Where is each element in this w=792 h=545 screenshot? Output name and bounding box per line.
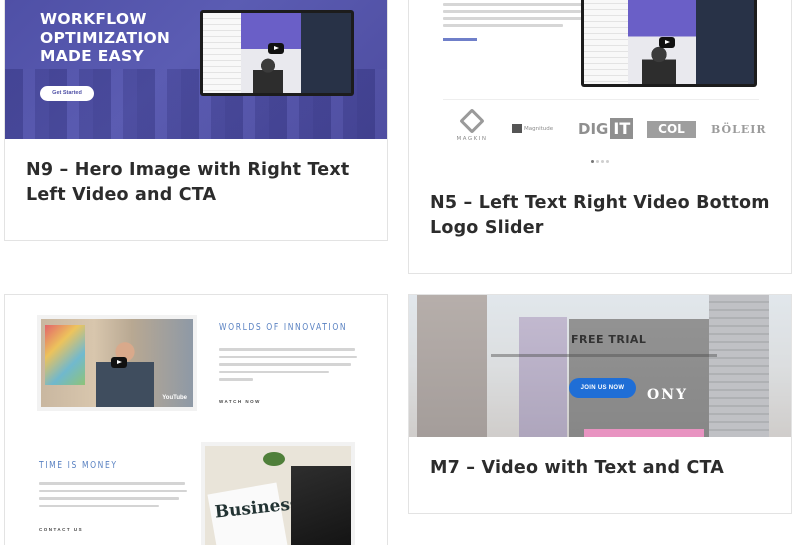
template-card-n5[interactable]: MAGKIN Magnitude DIG IT COL BÖLEIR N5 – L… — [408, 0, 792, 274]
join-us-now-button: JOIN US NOW — [569, 378, 636, 398]
contact-us-link: CONTACT US — [39, 527, 84, 532]
card-title[interactable]: N9 – Hero Image with Right Text Left Vid… — [26, 158, 367, 208]
magnitude-mark-icon — [512, 124, 522, 133]
logo-col: COL — [647, 121, 696, 138]
text-placeholder — [39, 477, 189, 507]
watch-now-link: WATCH NOW — [219, 399, 261, 404]
template-card-n9[interactable]: WORKFLOW OPTIMIZATION MADE EASY Get Star… — [4, 0, 388, 241]
free-trial-heading: FREE TRIAL — [571, 333, 647, 346]
subtitle-placeholder — [491, 354, 717, 357]
play-icon — [111, 357, 127, 368]
logo-digit: DIG IT — [578, 118, 634, 139]
play-icon — [659, 37, 675, 48]
business-image: Business — [201, 442, 355, 545]
text-placeholder — [219, 343, 359, 381]
youtube-logo: YouTube — [162, 395, 187, 401]
get-started-button: Get Started — [40, 86, 94, 101]
play-icon — [268, 43, 284, 54]
read-more-link — [443, 38, 477, 41]
logo-boleir: BÖLEIR — [711, 123, 767, 136]
card-title[interactable]: M7 – Video with Text and CTA — [430, 456, 771, 481]
template-thumbnail[interactable]: MAGKIN Magnitude DIG IT COL BÖLEIR — [409, 0, 791, 169]
slider-dots — [591, 150, 611, 168]
template-card-preview[interactable]: YouTube WORLDS OF INNOVATION WATCH NOW T… — [4, 294, 388, 545]
template-card-m7[interactable]: FREE TRIAL JOIN US NOW ONY M7 – Video wi… — [408, 294, 792, 514]
logo-magnitude: Magnitude — [512, 124, 553, 133]
magkin-mark-icon — [459, 108, 485, 134]
newspaper-headline: Business — [213, 493, 301, 523]
section-heading: WORLDS OF INNOVATION — [219, 322, 348, 333]
section-heading: TIME IS MONEY — [39, 460, 118, 471]
card-title[interactable]: N5 – Left Text Right Video Bottom Logo S… — [430, 191, 771, 241]
text-placeholder — [443, 0, 588, 41]
video-thumbnail: YouTube — [37, 315, 197, 411]
hero-headline: WORKFLOW OPTIMIZATION MADE EASY — [40, 10, 171, 65]
template-thumbnail[interactable]: FREE TRIAL JOIN US NOW ONY — [409, 295, 791, 437]
laptop-video-mockup — [581, 0, 757, 87]
laptop-video-mockup — [200, 10, 354, 96]
divider — [443, 99, 759, 100]
billboard-sign: ONY — [647, 387, 688, 403]
logo-magkin: MAGKIN — [456, 108, 488, 142]
template-thumbnail[interactable]: WORKFLOW OPTIMIZATION MADE EASY Get Star… — [5, 0, 387, 139]
